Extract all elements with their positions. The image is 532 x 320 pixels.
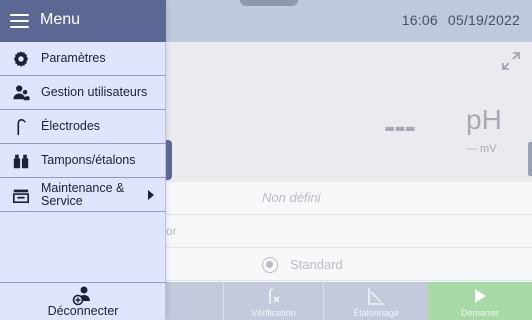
measurement-mv-value: --- mV	[466, 143, 497, 155]
menu-item-label: Gestion utilisateurs	[41, 85, 148, 99]
menu-item-label: Tampons/étalons	[41, 153, 136, 167]
gear-icon	[14, 51, 28, 67]
measurement-unit: pH	[466, 104, 502, 135]
menu-item-maintenance-service[interactable]: Maintenance & Service	[0, 178, 166, 212]
hamburger-icon[interactable]	[10, 14, 29, 28]
users-icon	[13, 85, 30, 101]
verification-label: Vérification	[251, 308, 296, 318]
measurement-value: ---	[384, 108, 416, 146]
logout-user-icon	[72, 286, 90, 306]
method-radio-label: Standard	[290, 257, 343, 272]
row-value: Non défini	[262, 190, 321, 205]
menu-title: Menu	[40, 11, 81, 28]
side-menu: Menu Paramètres Gestion utilisateurs Éle…	[0, 0, 166, 320]
clock: 16:06 05/19/2022	[396, 12, 520, 28]
play-icon	[475, 289, 486, 303]
menu-item-label: Paramètres	[41, 51, 106, 65]
menu-item-label-line1: Maintenance &	[41, 181, 125, 195]
menu-item-tampons-etalons[interactable]: Tampons/étalons	[0, 144, 166, 178]
menu-item-electrodes[interactable]: Électrodes	[0, 110, 166, 144]
buffer-bottles-icon	[13, 154, 29, 169]
expand-icon[interactable]	[500, 50, 522, 72]
verification-icon	[268, 288, 280, 304]
time-display: 16:06	[401, 12, 438, 28]
logout-button[interactable]: Déconnecter	[0, 282, 166, 320]
logout-label: Déconnecter	[47, 304, 119, 318]
calibration-label: Étalonnage	[353, 308, 399, 318]
right-drawer-handle[interactable]	[528, 142, 532, 176]
menu-collapse-handle[interactable]	[166, 140, 172, 180]
verification-button[interactable]: Vérification	[223, 282, 323, 320]
submenu-arrow-icon	[148, 190, 154, 200]
calibration-button[interactable]: Étalonnage	[323, 282, 428, 320]
start-label: Démarrer	[460, 308, 499, 318]
method-radio[interactable]	[262, 257, 278, 273]
menu-item-parametres[interactable]: Paramètres	[0, 42, 166, 76]
menu-header[interactable]: Menu	[0, 0, 166, 42]
menu-item-label: Électrodes	[41, 119, 101, 133]
top-drawer-handle[interactable]	[240, 0, 298, 6]
menu-item-gestion-utilisateurs[interactable]: Gestion utilisateurs	[0, 76, 166, 110]
date-display: 05/19/2022	[447, 12, 520, 28]
start-button[interactable]: Démarrer	[428, 282, 532, 320]
menu-item-label: Maintenance & Service	[41, 182, 124, 208]
maintenance-icon	[12, 189, 30, 204]
electrode-icon	[17, 118, 26, 136]
calibration-icon	[368, 288, 384, 305]
menu-item-label-line2: Service	[41, 194, 83, 208]
